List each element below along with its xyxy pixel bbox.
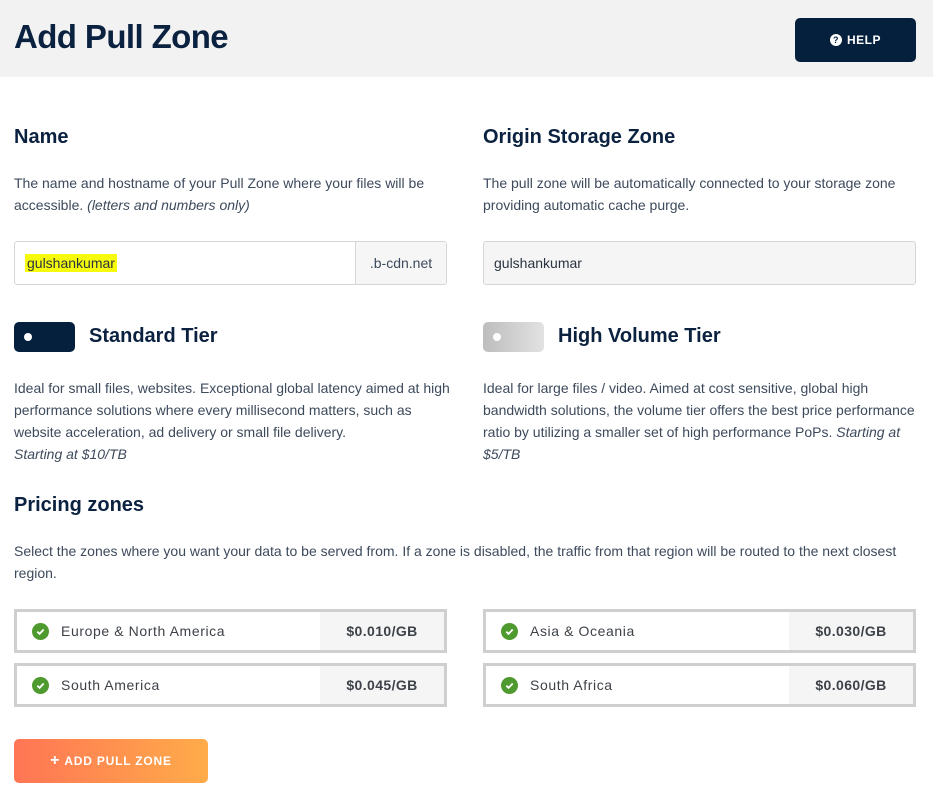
name-input-group: gulshankumar .b-cdn.net	[14, 241, 447, 285]
zone-south-africa[interactable]: South Africa $0.060/GB	[483, 663, 916, 707]
zone-name: Europe & North America	[61, 623, 226, 639]
add-pull-zone-button[interactable]: + ADD PULL ZONE	[14, 739, 208, 783]
name-description: The name and hostname of your Pull Zone …	[14, 172, 454, 216]
check-circle-icon	[32, 622, 49, 640]
pricing-zones-description: Select the zones where you want your dat…	[14, 543, 897, 581]
question-circle-icon: ?	[829, 34, 842, 46]
page-title: Add Pull Zone	[14, 18, 229, 55]
name-input-value: gulshankumar	[25, 254, 117, 272]
pricing-zones-heading: Pricing zones	[14, 494, 145, 516]
name-description-note: (letters and numbers only)	[87, 197, 250, 213]
zone-name: South Africa	[530, 677, 613, 693]
high-volume-tier-description: Ideal for large files / video. Aimed at …	[483, 377, 918, 465]
help-label: HELP	[846, 33, 881, 47]
standard-tier-toggle[interactable]	[14, 322, 75, 352]
zone-name: Asia & Oceania	[530, 623, 635, 639]
add-pull-zone-label: ADD PULL ZONE	[64, 754, 172, 768]
check-circle-icon	[501, 676, 518, 694]
origin-storage-value: gulshankumar	[494, 255, 582, 271]
help-button[interactable]: ? HELP	[795, 18, 916, 62]
check-circle-icon	[501, 622, 518, 640]
check-circle-icon	[32, 676, 49, 694]
zone-europe-north-america[interactable]: Europe & North America $0.010/GB	[14, 609, 447, 653]
toggle-knob	[24, 333, 32, 341]
origin-heading: Origin Storage Zone	[483, 126, 676, 148]
name-heading: Name	[14, 126, 69, 148]
zone-price: $0.045/GB	[320, 666, 444, 704]
standard-tier-title: Standard Tier	[89, 325, 218, 347]
origin-storage-input[interactable]: gulshankumar	[483, 241, 916, 285]
zone-price: $0.030/GB	[789, 612, 913, 650]
standard-tier-description-text: Ideal for small files, websites. Excepti…	[14, 380, 450, 440]
zone-south-america[interactable]: South America $0.045/GB	[14, 663, 447, 707]
zone-asia-oceania[interactable]: Asia & Oceania $0.030/GB	[483, 609, 916, 653]
high-volume-tier-title: High Volume Tier	[558, 325, 721, 347]
zone-name: South America	[61, 677, 160, 693]
page-header: Add Pull Zone ? HELP	[0, 0, 933, 77]
standard-tier-description: Ideal for small files, websites. Excepti…	[14, 377, 459, 465]
high-volume-tier-toggle[interactable]	[483, 322, 544, 352]
hostname-suffix: .b-cdn.net	[355, 242, 446, 284]
name-input[interactable]: gulshankumar	[15, 242, 355, 284]
origin-description: The pull zone will be automatically conn…	[483, 175, 896, 213]
standard-tier-price-note: Starting at $10/TB	[14, 446, 127, 462]
toggle-knob	[493, 333, 501, 341]
plus-icon: +	[50, 752, 61, 769]
zone-price: $0.060/GB	[789, 666, 913, 704]
zone-price: $0.010/GB	[320, 612, 444, 650]
